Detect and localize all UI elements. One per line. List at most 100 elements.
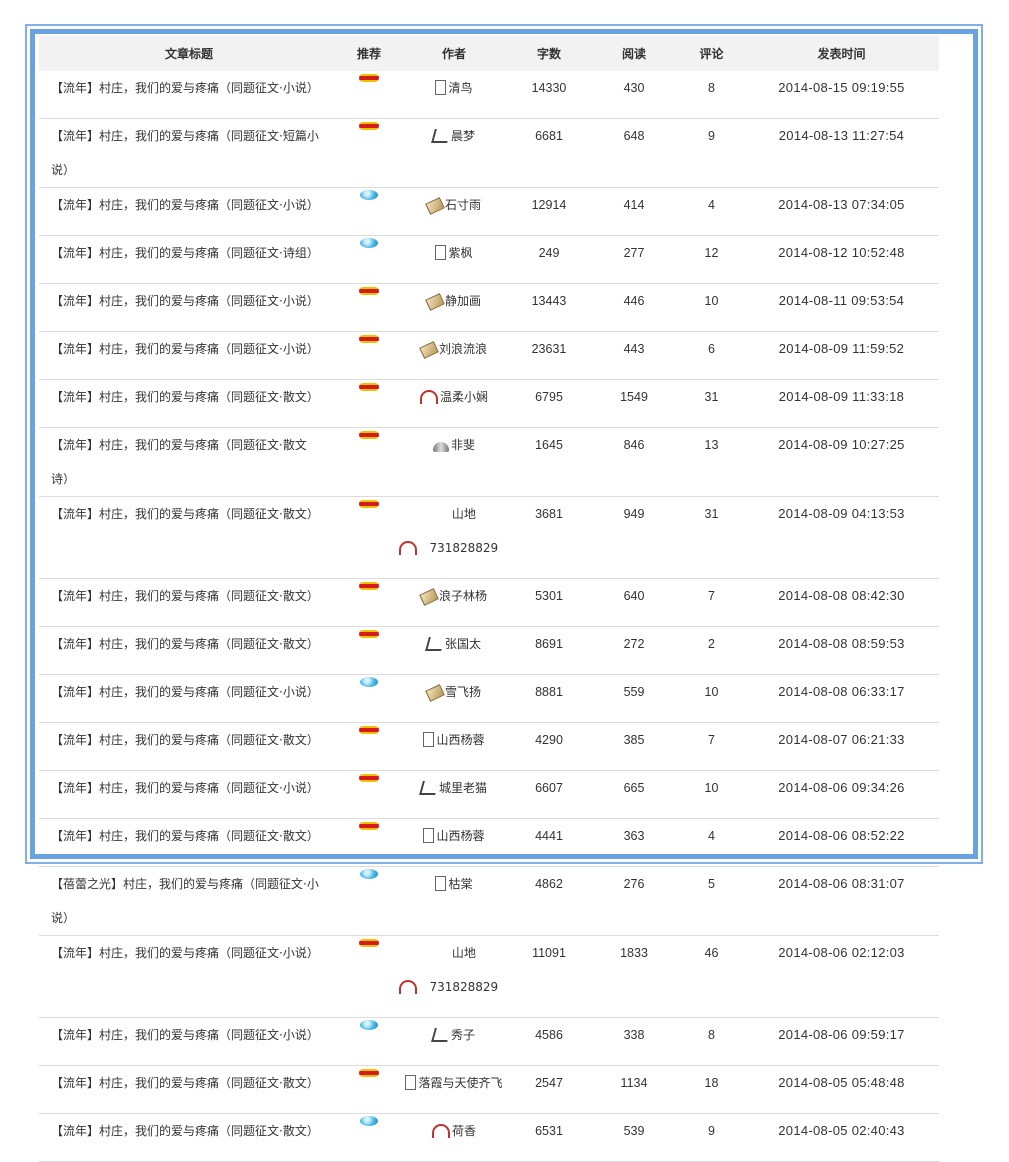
red-badge-icon	[359, 287, 379, 295]
author-link[interactable]: 城里老猫	[439, 771, 487, 805]
author-link[interactable]: 温柔小娴	[440, 380, 488, 414]
scroll-icon	[425, 684, 445, 702]
article-title-link[interactable]: 【流年】村庄，我们的爱与疼痛（同题征文·散文 诗）	[51, 438, 307, 486]
article-title-cell: 【流年】村庄，我们的爱与疼痛（同题征文·小说）	[39, 187, 339, 236]
table-row: 【流年】村庄，我们的爱与疼痛（同题征文·小说） 秀子 4586 338 8 2014-08…	[39, 1017, 939, 1066]
article-title-link[interactable]: 【流年】村庄，我们的爱与疼痛（同题征文·散文）	[51, 829, 319, 843]
article-title-cell: 【流年】村庄，我们的爱与疼痛（同题征文·散文）	[39, 496, 339, 579]
article-title-line1: 【流年】村庄，我们的爱与疼痛（同题征文·小说）	[51, 342, 319, 356]
read-count: 1134	[589, 1065, 679, 1114]
author-cell: 城里老猫	[399, 770, 509, 819]
word-count: 5301	[509, 578, 589, 627]
author-cell: 晨梦	[399, 118, 509, 188]
article-title-link[interactable]: 【流年】村庄，我们的爱与疼痛（同题征文·小说）	[51, 198, 319, 212]
article-title-link[interactable]: 【流年】村庄，我们的爱与疼痛（同题征文·散文）	[51, 589, 319, 603]
article-title-link[interactable]: 【流年】村庄，我们的爱与疼痛（同题征文·短篇小 说）	[51, 129, 319, 177]
author-link[interactable]: 山地731828829	[419, 936, 509, 1004]
article-title-link[interactable]: 【流年】村庄，我们的爱与疼痛（同题征文·小说）	[51, 781, 319, 795]
article-title-link[interactable]: 【流年】村庄，我们的爱与疼痛（同题征文·小说）	[51, 81, 319, 95]
article-title-line1: 【流年】村庄，我们的爱与疼痛（同题征文·散文）	[51, 637, 319, 651]
author-link[interactable]: 静加画	[445, 284, 481, 318]
publish-time: 2014-08-06 09:59:17	[744, 1017, 939, 1066]
article-table: 文章标题 推荐 作者 字数 阅读 评论 发表时间 【流年】村庄，我们的爱与疼痛（…	[39, 36, 939, 1162]
header-recommend[interactable]: 推荐	[339, 36, 399, 71]
fan-icon	[399, 980, 417, 994]
red-badge-icon	[359, 383, 379, 391]
article-title-link[interactable]: 【流年】村庄，我们的爱与疼痛（同题征文·散文）	[51, 507, 319, 521]
header-time[interactable]: 发表时间	[744, 36, 939, 71]
article-title-link[interactable]: 【蓓蕾之光】村庄，我们的爱与疼痛（同题征文·小 说）	[51, 877, 319, 925]
header-comments[interactable]: 评论	[679, 36, 744, 71]
article-title-link[interactable]: 【流年】村庄，我们的爱与疼痛（同题征文·散文）	[51, 733, 319, 747]
recommend-cell	[339, 379, 399, 428]
article-title-link[interactable]: 【流年】村庄，我们的爱与疼痛（同题征文·诗组）	[51, 246, 319, 260]
author-link[interactable]: 雪飞扬	[445, 675, 481, 709]
publish-time: 2014-08-06 08:52:22	[744, 818, 939, 867]
article-title-link[interactable]: 【流年】村庄，我们的爱与疼痛（同题征文·小说）	[51, 946, 319, 960]
fan-icon	[419, 390, 438, 404]
word-count: 14330	[509, 71, 589, 119]
word-count: 4586	[509, 1017, 589, 1066]
table-row: 【蓓蕾之光】村庄，我们的爱与疼痛（同题征文·小 说） 枯棠 4862 276 5 2014-…	[39, 866, 939, 936]
document-icon	[435, 80, 447, 95]
scroll-icon	[425, 293, 445, 311]
read-count: 846	[589, 427, 679, 497]
red-badge-icon	[359, 726, 379, 734]
table-body: 【流年】村庄，我们的爱与疼痛（同题征文·小说） 清鸟 14330 430 8 2014-0…	[39, 71, 939, 1162]
author-cell: 枯棠	[399, 866, 509, 936]
word-count: 6681	[509, 118, 589, 188]
author-link[interactable]: 落霞与天使齐飞	[418, 1066, 502, 1100]
author-link[interactable]: 刘浪流浪	[439, 332, 487, 366]
article-title-line1: 【流年】村庄，我们的爱与疼痛（同题征文·小说）	[51, 1028, 319, 1042]
author-link[interactable]: 晨梦	[451, 119, 475, 153]
author-cell: 紫枫	[399, 235, 509, 284]
author-link[interactable]: 浪子林杨	[439, 579, 487, 613]
red-badge-icon	[359, 431, 379, 439]
word-count: 6607	[509, 770, 589, 819]
article-title-link[interactable]: 【流年】村庄，我们的爱与疼痛（同题征文·小说）	[51, 685, 319, 699]
author-cell: 清鸟	[399, 71, 509, 119]
article-title-link[interactable]: 【流年】村庄，我们的爱与疼痛（同题征文·散文）	[51, 1124, 319, 1138]
blue-gem-icon	[360, 1020, 378, 1030]
header-reads[interactable]: 阅读	[589, 36, 679, 71]
comment-count: 9	[679, 1113, 744, 1162]
read-count: 385	[589, 722, 679, 771]
article-title-line2: 诗）	[51, 472, 76, 486]
author-link[interactable]: 秀子	[451, 1018, 475, 1052]
header-words[interactable]: 字数	[509, 36, 589, 71]
scroll-icon	[425, 197, 445, 215]
header-author[interactable]: 作者	[399, 36, 509, 71]
author-link[interactable]: 山西杨蓉	[436, 819, 484, 853]
author-link[interactable]: 紫枫	[448, 236, 472, 270]
recommend-cell	[339, 118, 399, 188]
article-title-cell: 【流年】村庄，我们的爱与疼痛（同题征文·散文）	[39, 1065, 339, 1114]
article-title-line1: 【蓓蕾之光】村庄，我们的爱与疼痛（同题征文·小	[51, 877, 319, 891]
author-link[interactable]: 山西杨蓉	[436, 723, 484, 757]
word-count: 4862	[509, 866, 589, 936]
article-title-link[interactable]: 【流年】村庄，我们的爱与疼痛（同题征文·小说）	[51, 342, 319, 356]
article-title-link[interactable]: 【流年】村庄，我们的爱与疼痛（同题征文·小说）	[51, 294, 319, 308]
document-icon	[423, 732, 435, 747]
article-title-cell: 【流年】村庄，我们的爱与疼痛（同题征文·诗组）	[39, 235, 339, 284]
author-link[interactable]: 石寸雨	[445, 188, 481, 222]
read-count: 1833	[589, 935, 679, 1018]
author-link[interactable]: 荷香	[452, 1114, 476, 1148]
article-title-link[interactable]: 【流年】村庄，我们的爱与疼痛（同题征文·散文）	[51, 1076, 319, 1090]
article-title-link[interactable]: 【流年】村庄，我们的爱与疼痛（同题征文·小说）	[51, 1028, 319, 1042]
author-link[interactable]: 张国太	[445, 627, 481, 661]
red-badge-icon	[359, 822, 379, 830]
table-row: 【流年】村庄，我们的爱与疼痛（同题征文·散文） 张国太 8691 272 2 2014-0…	[39, 626, 939, 675]
author-link[interactable]: 山地731828829	[419, 497, 509, 565]
article-title-cell: 【流年】村庄，我们的爱与疼痛（同题征文·散文）	[39, 626, 339, 675]
article-title-line2: 说）	[51, 911, 76, 925]
article-title-line1: 【流年】村庄，我们的爱与疼痛（同题征文·小说）	[51, 81, 319, 95]
comment-count: 4	[679, 818, 744, 867]
header-title[interactable]: 文章标题	[39, 36, 339, 71]
comment-count: 13	[679, 427, 744, 497]
author-link[interactable]: 清鸟	[448, 71, 472, 105]
article-title-link[interactable]: 【流年】村庄，我们的爱与疼痛（同题征文·散文）	[51, 637, 319, 651]
article-title-link[interactable]: 【流年】村庄，我们的爱与疼痛（同题征文·散文）	[51, 390, 319, 404]
author-link[interactable]: 枯棠	[448, 867, 472, 901]
article-title-line1: 【流年】村庄，我们的爱与疼痛（同题征文·散文）	[51, 1076, 319, 1090]
author-link[interactable]: 非斐	[451, 428, 475, 462]
